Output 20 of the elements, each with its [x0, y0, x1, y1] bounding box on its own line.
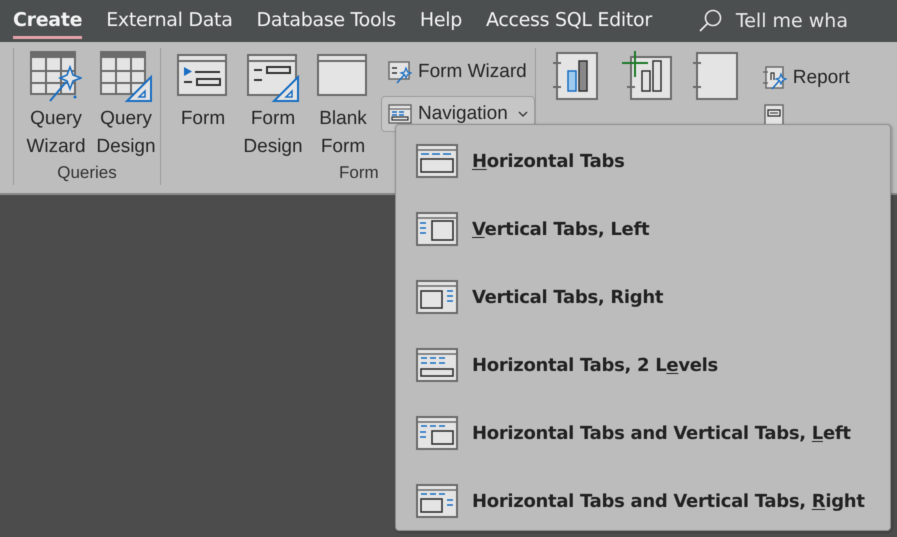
ribbon-button[interactable]: Query Wizard [22, 48, 90, 161]
menu-item[interactable]: Horizontal Tabs and Vertical Tabs, Right [396, 467, 890, 535]
menu-item[interactable]: Vertical Tabs, Right [396, 263, 890, 331]
menu-item[interactable]: Vertical Tabs, Left [396, 195, 890, 263]
ribbon-tab[interactable]: Create [13, 3, 82, 39]
ribbon-tab[interactable]: Access SQL Editor [486, 3, 652, 39]
ribbon-tab[interactable]: Help [420, 3, 462, 39]
group-label: Form [338, 163, 380, 184]
ribbon-button[interactable]: Form Design [239, 48, 307, 161]
search-prompt[interactable]: Tell me wha [736, 10, 848, 32]
menu-item[interactable]: Horizontal Tabs and Vertical Tabs, Left [396, 399, 890, 467]
ribbon-button[interactable]: Form Wizard [381, 54, 535, 90]
ribbon-tab[interactable]: External Data [106, 3, 233, 39]
group-label: Queries [56, 163, 118, 184]
ribbon-button[interactable]: Query Design [92, 48, 160, 161]
ribbon-button[interactable]: Blank Form [309, 48, 377, 161]
menu-item[interactable]: Horizontal Tabs, 2 Levels [396, 331, 890, 399]
ribbon-tab[interactable]: Database Tools [256, 3, 396, 39]
ribbon-button[interactable]: Form [169, 48, 237, 133]
ribbon-button[interactable]: Report [756, 60, 857, 96]
